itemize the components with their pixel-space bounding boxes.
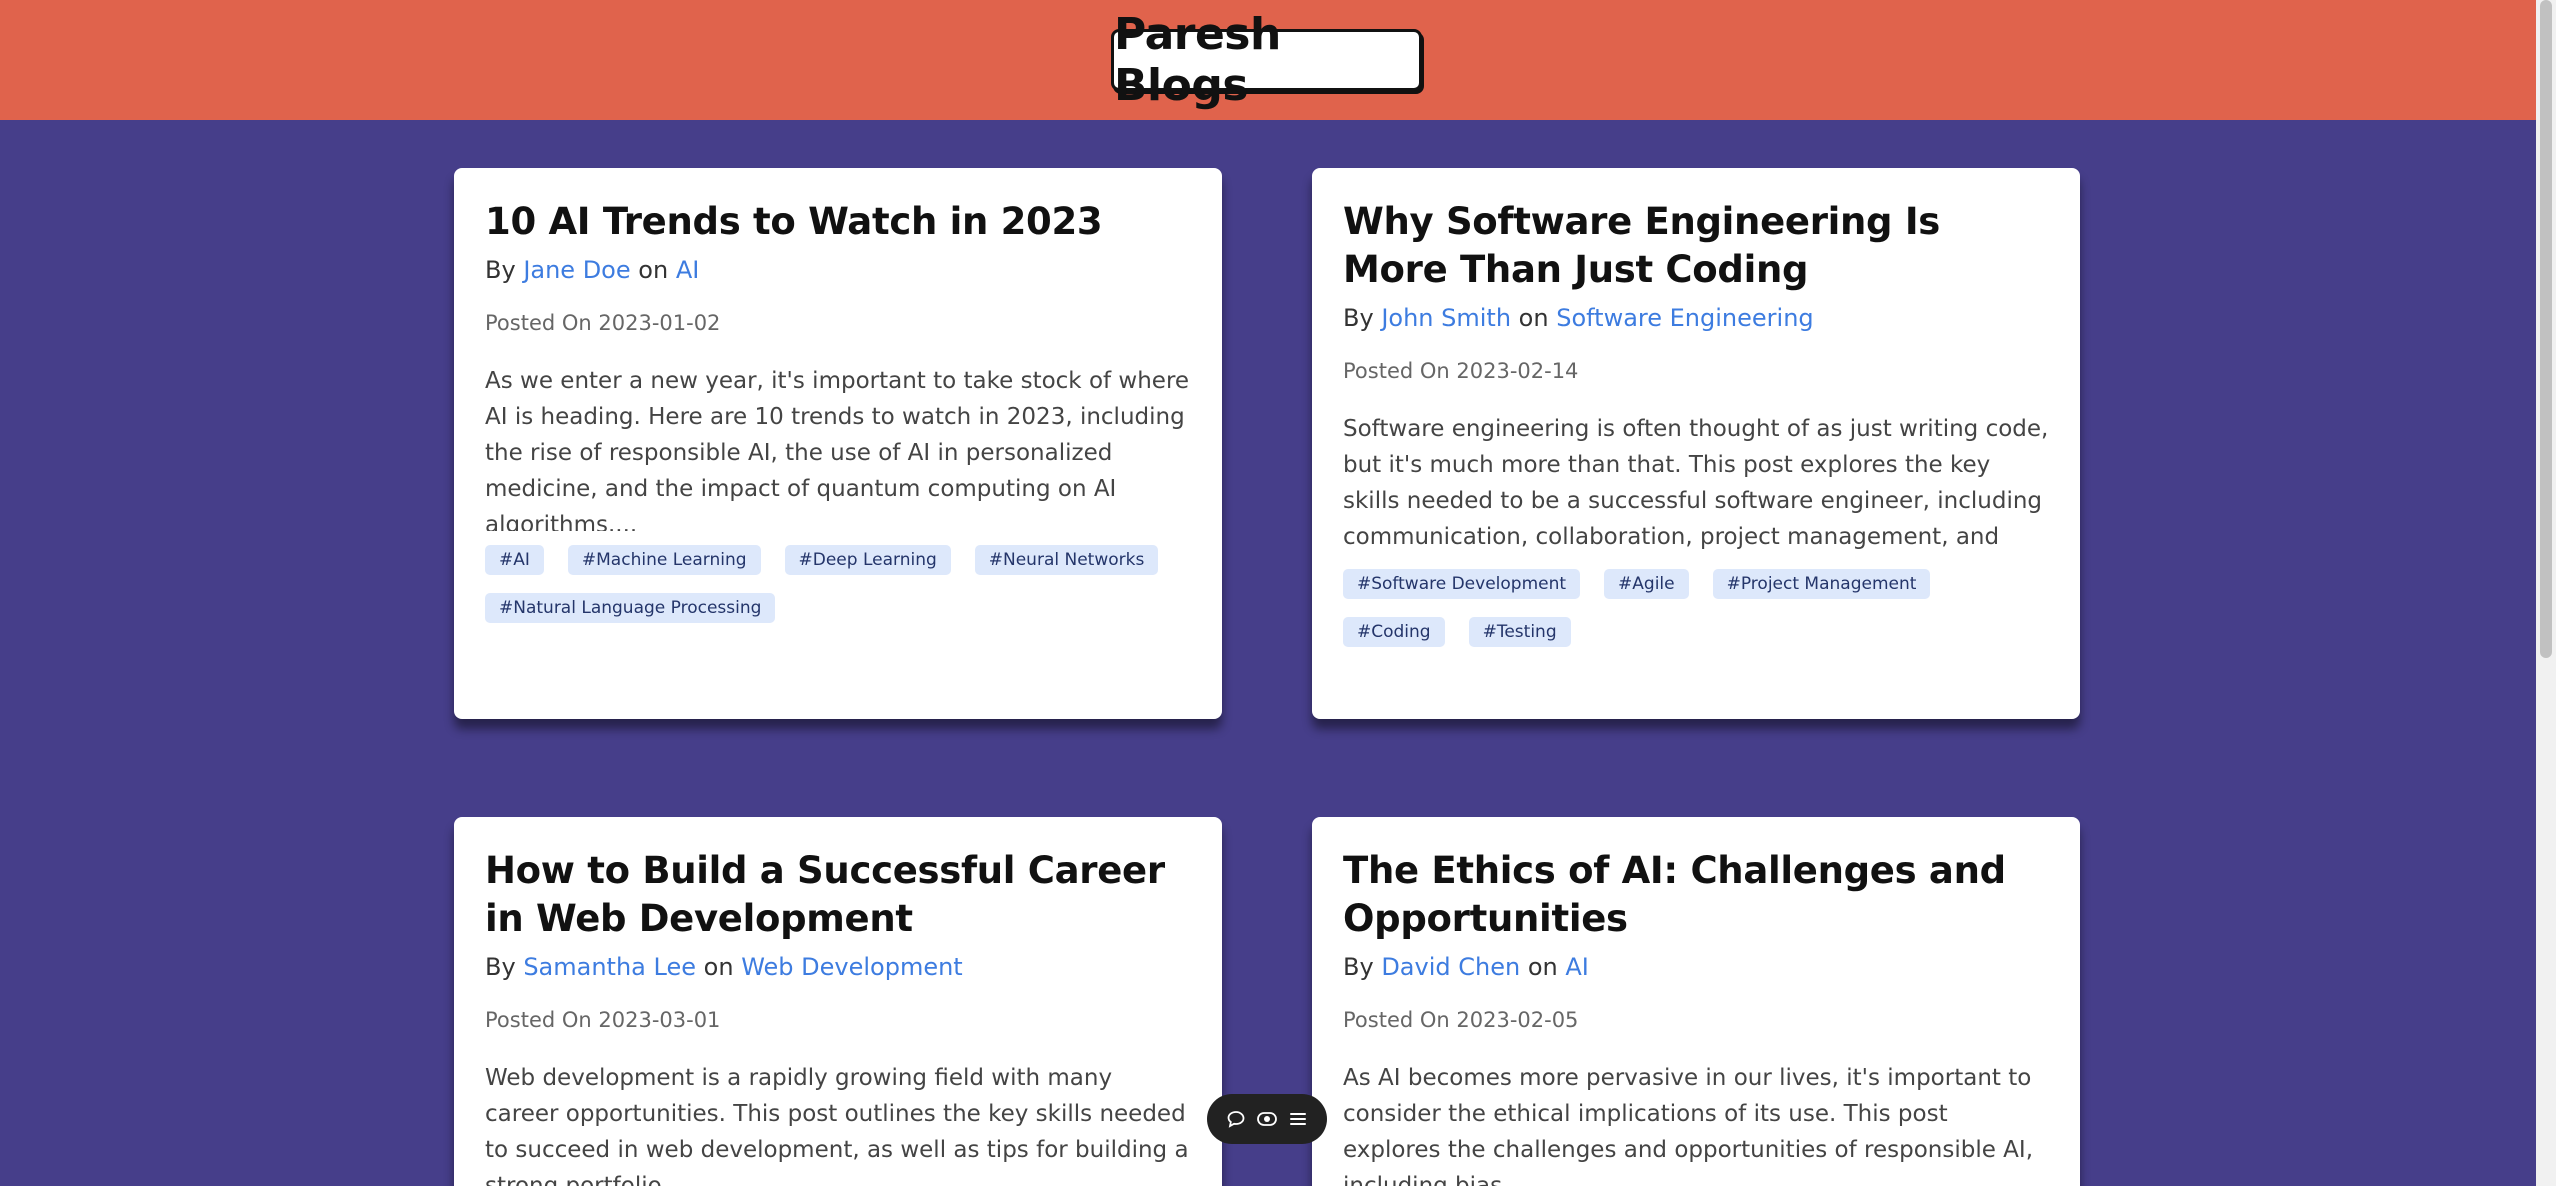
post-date: Posted On 2023-02-14 bbox=[1343, 359, 1579, 383]
tag[interactable]: #Coding bbox=[1343, 617, 1445, 647]
post-byline: By Samantha Lee on Web Development bbox=[485, 949, 1191, 985]
author-link[interactable]: John Smith bbox=[1381, 304, 1511, 332]
post-title[interactable]: 10 AI Trends to Watch in 2023 bbox=[485, 198, 1191, 246]
post-date: Posted On 2023-01-02 bbox=[485, 311, 721, 335]
floating-toolbar bbox=[1207, 1094, 1327, 1144]
category-link[interactable]: Software Engineering bbox=[1556, 304, 1813, 332]
tag-list: #Software Development #Agile #Project Ma… bbox=[1343, 569, 2049, 680]
on-label: on bbox=[638, 256, 669, 284]
comment-icon[interactable] bbox=[1224, 1107, 1248, 1131]
tag[interactable]: #Agile bbox=[1604, 569, 1689, 599]
by-label: By bbox=[1343, 304, 1374, 332]
category-link[interactable]: Web Development bbox=[741, 953, 963, 981]
post-title[interactable]: How to Build a Successful Career in Web … bbox=[485, 847, 1191, 943]
post-excerpt: As AI becomes more pervasive in our live… bbox=[1343, 1065, 2033, 1186]
by-label: By bbox=[1343, 953, 1374, 981]
vertical-scrollbar[interactable] bbox=[2536, 0, 2556, 1186]
eye-toggle-icon[interactable] bbox=[1255, 1107, 1279, 1131]
category-link[interactable]: AI bbox=[676, 256, 700, 284]
post-title[interactable]: Why Software Engineering Is More Than Ju… bbox=[1343, 198, 2049, 294]
tag-list: #AI #Machine Learning #Deep Learning #Ne… bbox=[485, 545, 1191, 656]
author-link[interactable]: Jane Doe bbox=[523, 256, 630, 284]
by-label: By bbox=[485, 953, 516, 981]
post-byline: By Jane Doe on AI bbox=[485, 252, 1191, 288]
tag[interactable]: #Natural Language Processing bbox=[485, 593, 776, 623]
post-excerpt: Web development is a rapidly growing fie… bbox=[485, 1065, 1189, 1186]
post-card: 10 AI Trends to Watch in 2023 By Jane Do… bbox=[454, 168, 1222, 719]
category-link[interactable]: AI bbox=[1565, 953, 1589, 981]
post-title[interactable]: The Ethics of AI: Challenges and Opportu… bbox=[1343, 847, 2049, 943]
on-label: on bbox=[703, 953, 734, 981]
menu-icon[interactable] bbox=[1286, 1107, 1310, 1131]
tag[interactable]: #Project Management bbox=[1712, 569, 1931, 599]
post-date: Posted On 2023-02-05 bbox=[1343, 1008, 1579, 1032]
post-card: How to Build a Successful Career in Web … bbox=[454, 817, 1222, 1186]
on-label: on bbox=[1527, 953, 1558, 981]
by-label: By bbox=[485, 256, 516, 284]
post-card: Why Software Engineering Is More Than Ju… bbox=[1312, 168, 2080, 719]
post-excerpt: Software engineering is often thought of… bbox=[1343, 416, 2049, 550]
on-label: on bbox=[1518, 304, 1549, 332]
post-date: Posted On 2023-03-01 bbox=[485, 1008, 721, 1032]
post-byline: By David Chen on AI bbox=[1343, 949, 2049, 985]
tag[interactable]: #AI bbox=[485, 545, 544, 575]
author-link[interactable]: Samantha Lee bbox=[523, 953, 696, 981]
post-excerpt: As we enter a new year, it's important t… bbox=[485, 368, 1190, 531]
post-card: The Ethics of AI: Challenges and Opportu… bbox=[1312, 817, 2080, 1186]
post-byline: By John Smith on Software Engineering bbox=[1343, 300, 2049, 336]
tag[interactable]: #Machine Learning bbox=[567, 545, 761, 575]
tag[interactable]: #Deep Learning bbox=[784, 545, 951, 575]
tag[interactable]: #Software Development bbox=[1343, 569, 1581, 599]
tag[interactable]: #Testing bbox=[1468, 617, 1571, 647]
scrollbar-thumb[interactable] bbox=[2540, 0, 2552, 658]
site-title[interactable]: Paresh Blogs bbox=[1111, 9, 1422, 111]
site-header: Paresh Blogs bbox=[0, 0, 2536, 120]
author-link[interactable]: David Chen bbox=[1381, 953, 1520, 981]
tag[interactable]: #Neural Networks bbox=[974, 545, 1159, 575]
